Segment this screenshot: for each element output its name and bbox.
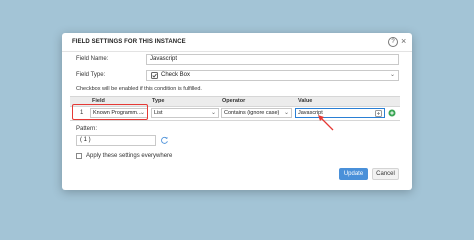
update-button[interactable]: Update [339, 168, 368, 180]
field-type-select[interactable]: Check Box ⌄ [146, 70, 399, 81]
dialog-title: FIELD SETTINGS FOR THIS INSTANCE [72, 39, 186, 45]
chevron-down-icon: ⌄ [283, 110, 289, 116]
condition-value-text: Javascript [298, 110, 323, 116]
field-name-input[interactable]: Javascript [146, 54, 399, 65]
column-header-value: Value [298, 98, 313, 104]
pattern-input[interactable]: ( 1 ) [76, 135, 156, 146]
condition-type-select[interactable]: List ⌄ [151, 108, 219, 118]
dialog-title-bar: FIELD SETTINGS FOR THIS INSTANCE ? × [62, 33, 412, 52]
condition-operator-value: Contains (ignore case) [224, 110, 280, 116]
condition-heading: Checkbox will be enabled if this conditi… [76, 86, 202, 92]
column-header-type: Type [152, 98, 165, 104]
checkbox-icon [151, 72, 158, 79]
add-condition-icon[interactable] [388, 109, 396, 117]
field-type-label: Field Type: [76, 72, 106, 78]
condition-type-value: List [154, 110, 163, 116]
condition-value-input[interactable]: Javascript [295, 108, 385, 118]
field-highlight-box [72, 104, 148, 120]
refresh-icon[interactable] [160, 136, 169, 145]
field-type-value: Check Box [161, 72, 191, 78]
apply-everywhere-checkbox[interactable] [76, 153, 82, 159]
apply-everywhere-label: Apply these settings everywhere [86, 153, 173, 159]
help-icon[interactable]: ? [388, 37, 398, 47]
cancel-button[interactable]: Cancel [372, 168, 399, 180]
column-header-operator: Operator [222, 98, 246, 104]
field-name-label: Field Name: [76, 56, 109, 62]
chevron-down-icon: ⌄ [389, 72, 395, 78]
close-icon[interactable]: × [401, 36, 406, 46]
chevron-down-icon: ⌄ [210, 110, 216, 116]
condition-operator-select[interactable]: Contains (ignore case) ⌄ [221, 108, 292, 118]
lookup-icon[interactable] [375, 109, 382, 117]
pattern-label: Pattern: [76, 126, 98, 132]
